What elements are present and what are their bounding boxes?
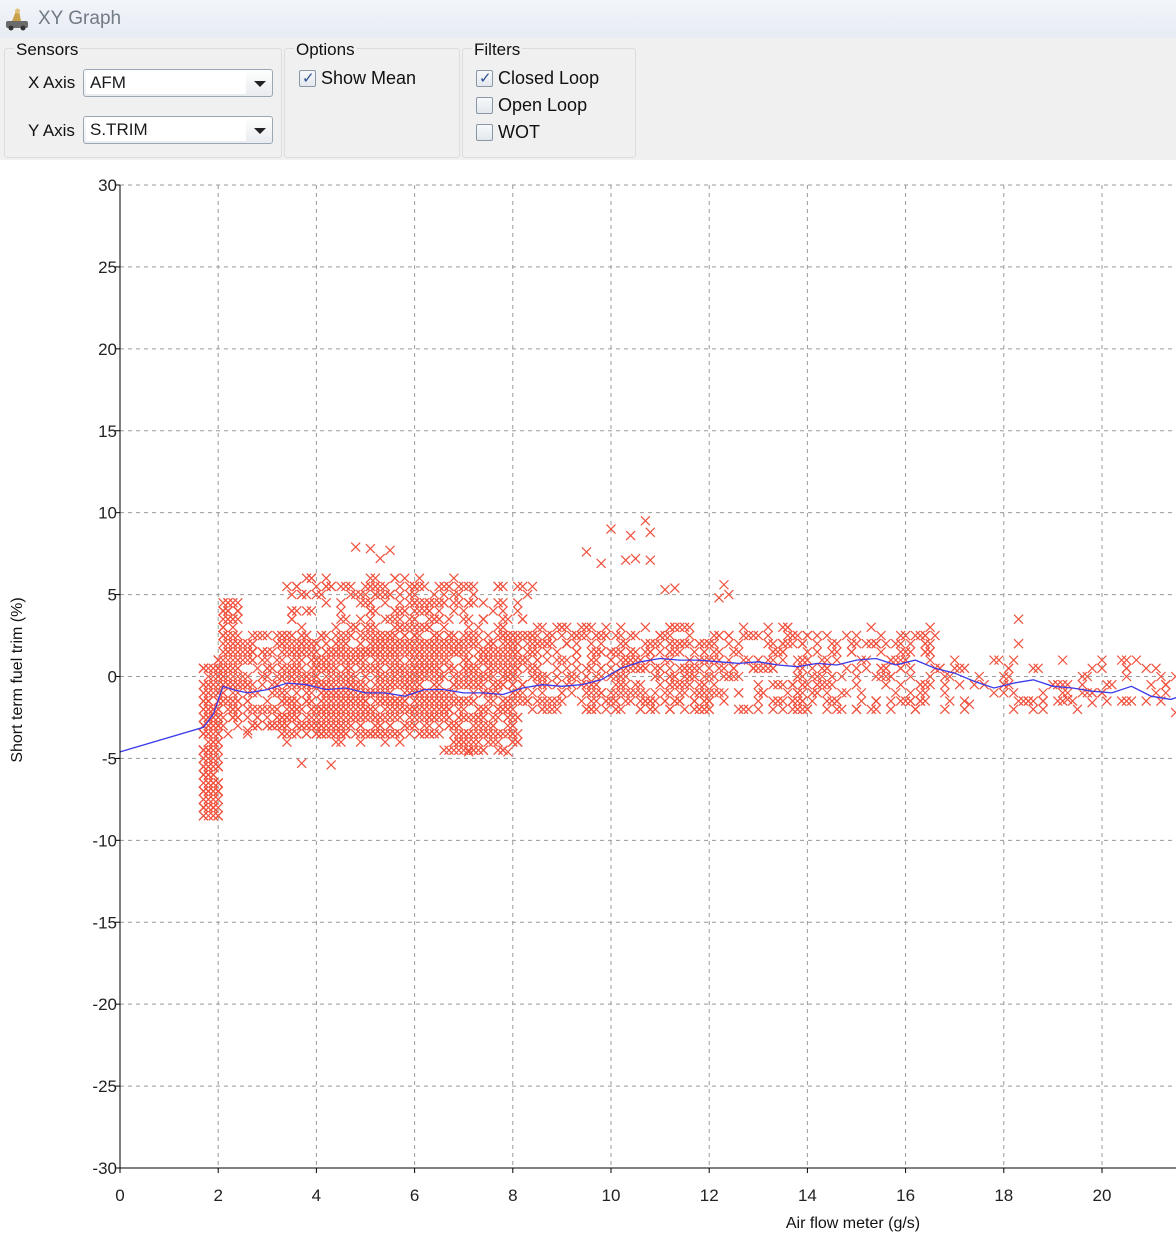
wot-label: WOT bbox=[498, 122, 540, 142]
sensors-group-title: Sensors bbox=[14, 40, 81, 60]
app-icon bbox=[6, 8, 28, 31]
options-group-title: Options bbox=[294, 40, 357, 60]
checkbox-box: ✓ bbox=[476, 70, 493, 87]
plot-grid bbox=[120, 184, 1176, 1168]
x-tick-label: 18 bbox=[994, 1186, 1013, 1205]
y-axis-select-value: S.TRIM bbox=[86, 119, 246, 141]
x-tick-label: 0 bbox=[115, 1186, 124, 1205]
checkbox-box bbox=[476, 124, 493, 141]
y-tick-label: -20 bbox=[92, 995, 117, 1014]
filters-group-title: Filters bbox=[472, 40, 523, 60]
y-axis-title: Short term fuel trim (%) bbox=[9, 597, 26, 762]
y-tick-label: 15 bbox=[98, 422, 117, 441]
y-tick-label: -25 bbox=[92, 1077, 117, 1096]
y-tick-label: 30 bbox=[98, 176, 117, 195]
chevron-down-icon bbox=[254, 128, 266, 134]
x-tick-label: 6 bbox=[410, 1186, 419, 1205]
xy-scatter-plot[interactable]: 0 2 4 6 8 10 12 14 16 18 20 30 25 20 15 10 5 0 -5 -10 -15 -20… bbox=[0, 160, 1176, 1234]
closed-loop-checkbox[interactable]: ✓ Closed Loop bbox=[476, 68, 626, 91]
y-tick-label: 20 bbox=[98, 340, 117, 359]
checkmark-icon: ✓ bbox=[479, 70, 492, 87]
x-tick-label: 10 bbox=[602, 1186, 621, 1205]
toolbar: Sensors X Axis AFM Y Axis S.TRIM Options… bbox=[0, 38, 1176, 160]
closed-loop-label: Closed Loop bbox=[498, 68, 600, 88]
wot-checkbox[interactable]: WOT bbox=[476, 122, 626, 145]
open-loop-checkbox[interactable]: Open Loop bbox=[476, 95, 626, 118]
x-tick-label: 16 bbox=[896, 1186, 915, 1205]
x-axis-title: Air flow meter (g/s) bbox=[786, 1215, 920, 1232]
x-tick-label: 8 bbox=[508, 1186, 517, 1205]
y-tick-label: 5 bbox=[108, 586, 117, 605]
checkbox-box: ✓ bbox=[299, 70, 316, 87]
x-axis-select-value: AFM bbox=[86, 72, 246, 94]
filters-group: Filters ✓ Closed Loop Open Loop WOT bbox=[462, 40, 636, 158]
window-title: XY Graph bbox=[38, 8, 122, 29]
show-mean-checkbox[interactable]: ✓ Show Mean bbox=[299, 68, 449, 91]
show-mean-label: Show Mean bbox=[321, 68, 417, 88]
y-axis-select[interactable]: S.TRIM bbox=[83, 116, 273, 144]
x-axis-label: X Axis bbox=[28, 73, 76, 92]
checkbox-box bbox=[476, 97, 493, 114]
y-tick-label: 10 bbox=[98, 504, 117, 523]
open-loop-label: Open Loop bbox=[498, 95, 588, 115]
x-tick-label: 12 bbox=[700, 1186, 719, 1205]
y-tick-label: 0 bbox=[108, 668, 117, 687]
sensors-group: Sensors X Axis AFM Y Axis S.TRIM bbox=[4, 40, 282, 158]
y-tick-label: -5 bbox=[102, 749, 117, 768]
y-tick-label: -10 bbox=[92, 831, 117, 850]
x-axis-select[interactable]: AFM bbox=[83, 69, 273, 97]
options-group: Options ✓ Show Mean bbox=[284, 40, 460, 158]
y-tick-label: 25 bbox=[98, 258, 117, 277]
chevron-down-icon bbox=[254, 81, 266, 87]
x-tick-label: 4 bbox=[312, 1186, 321, 1205]
checkmark-icon: ✓ bbox=[302, 70, 315, 87]
x-tick-label: 14 bbox=[798, 1186, 817, 1205]
x-tick-label: 2 bbox=[213, 1186, 222, 1205]
window-titlebar: XY Graph bbox=[0, 0, 1176, 39]
x-tick-label: 20 bbox=[1093, 1186, 1112, 1205]
y-tick-label: -15 bbox=[92, 913, 117, 932]
y-axis-label: Y Axis bbox=[28, 121, 75, 140]
y-tick-label: -30 bbox=[92, 1159, 117, 1178]
